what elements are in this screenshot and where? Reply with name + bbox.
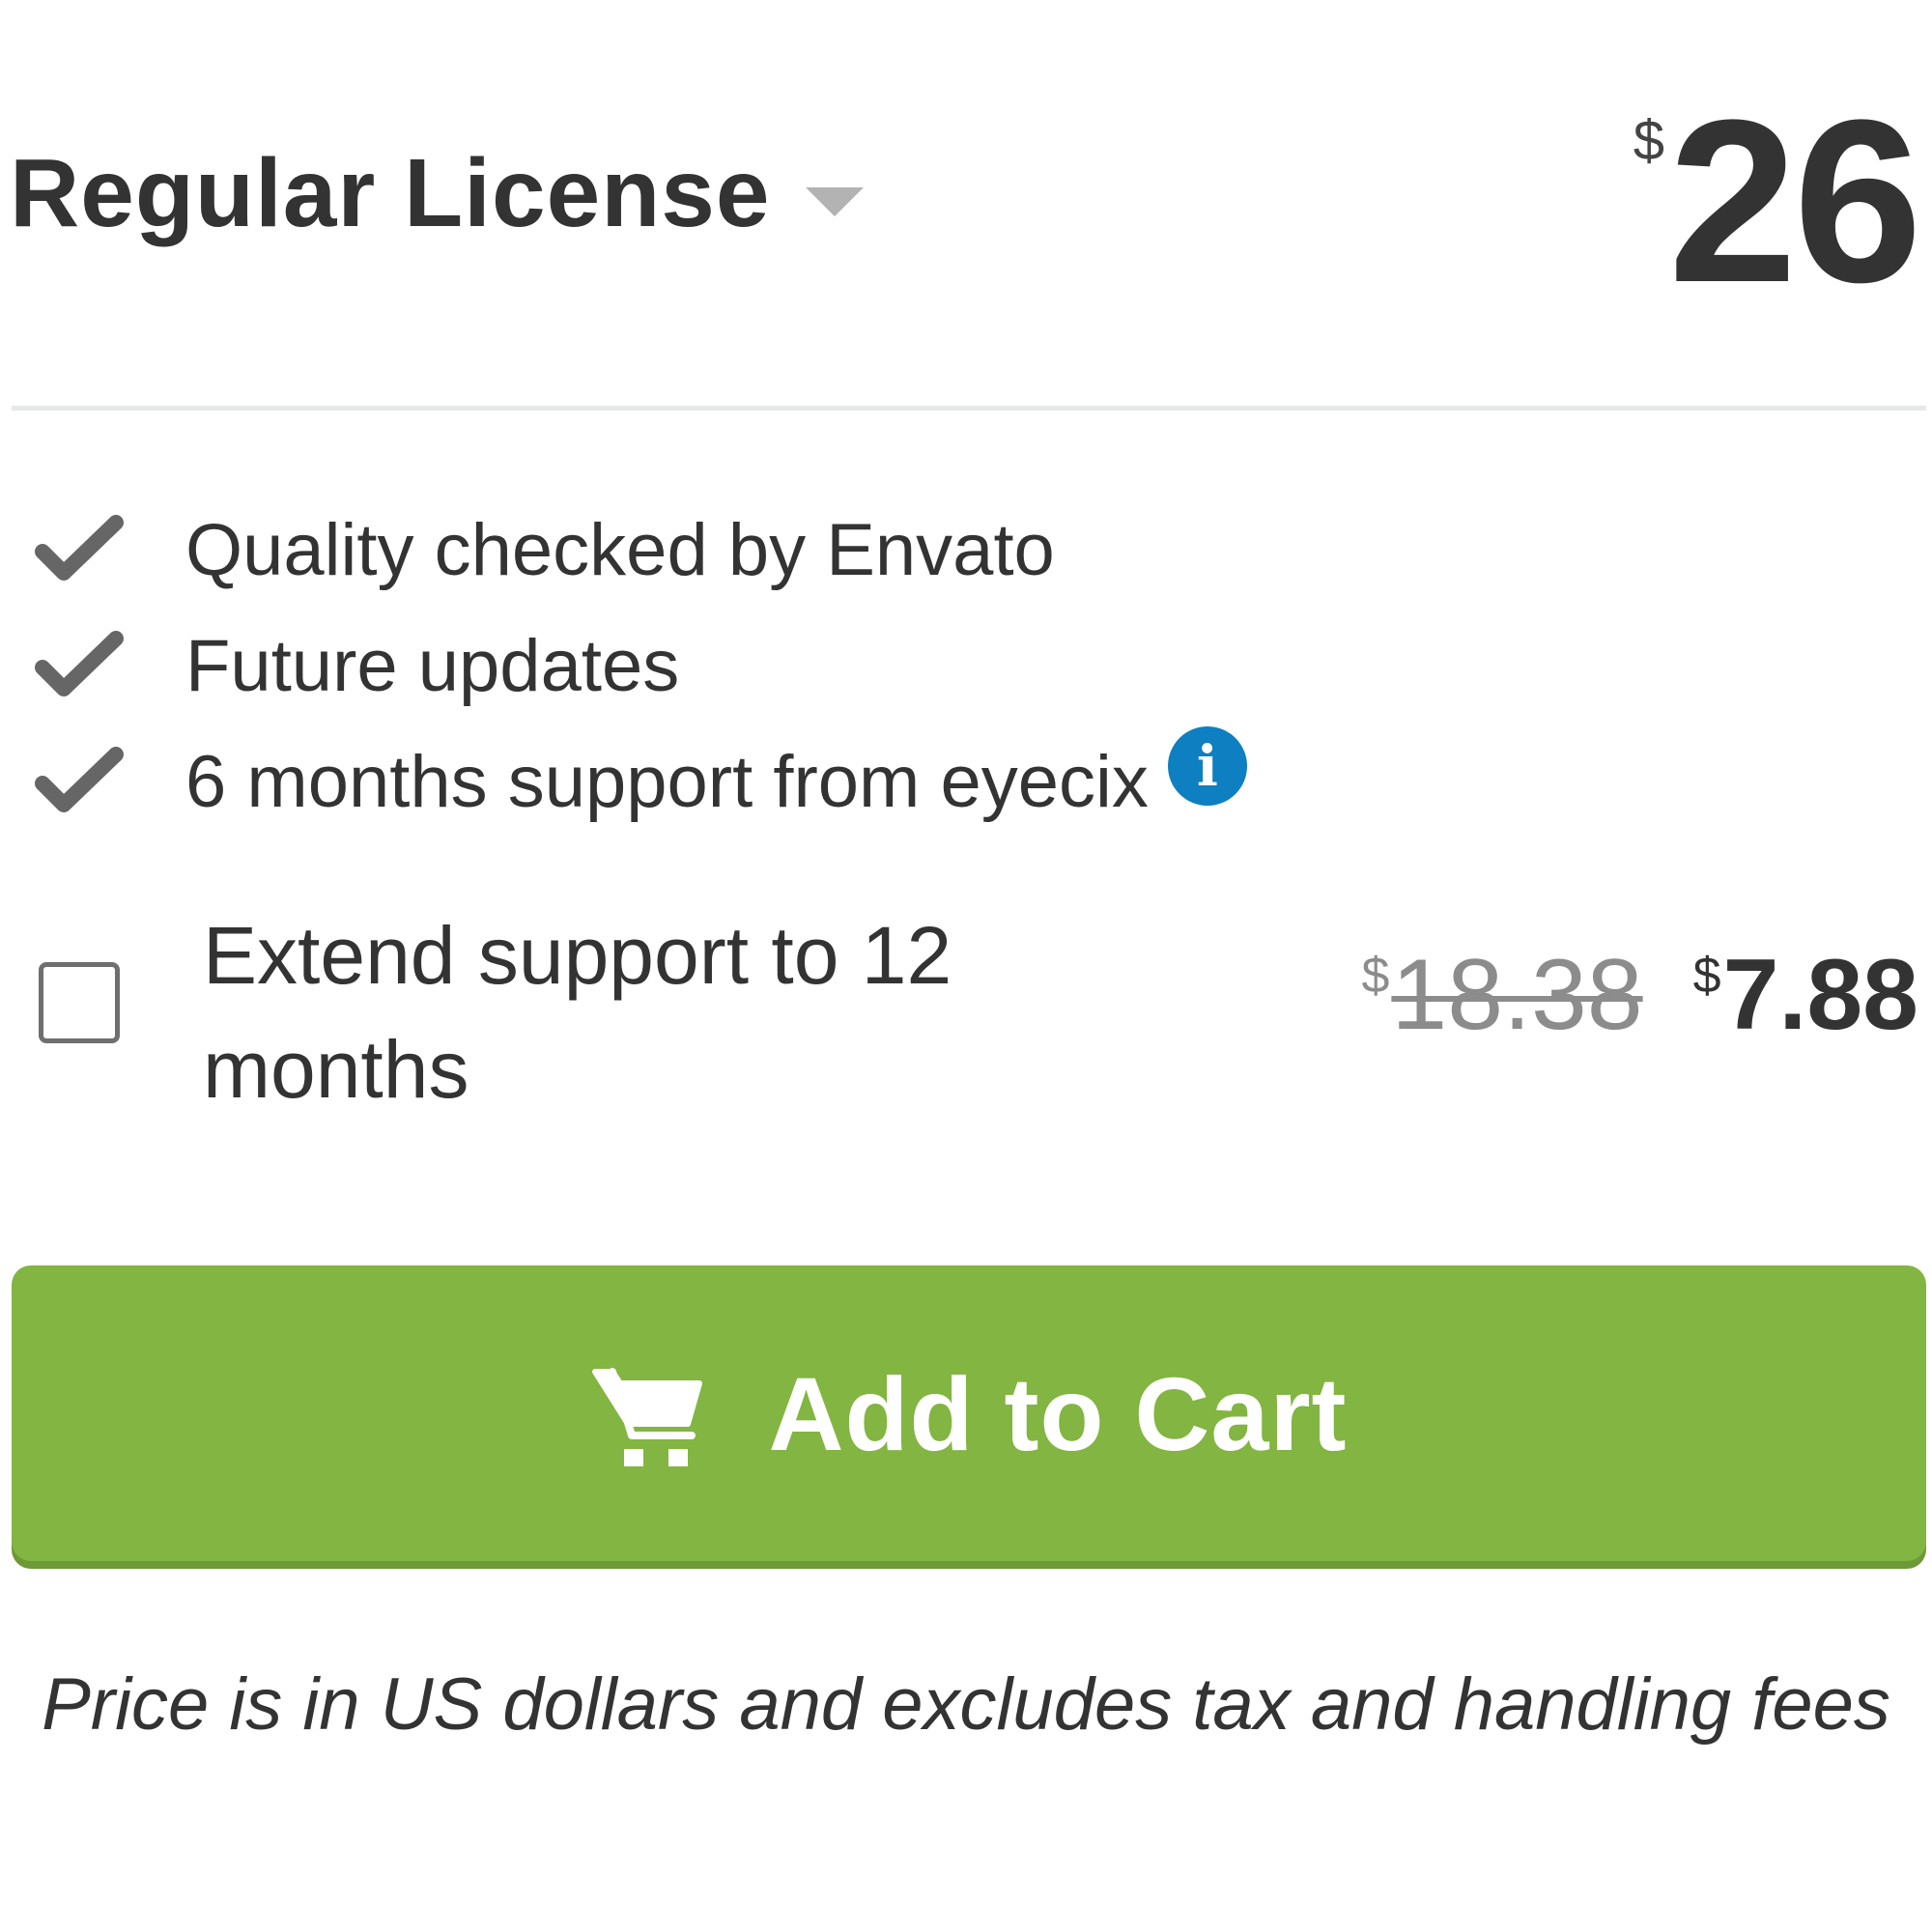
divider xyxy=(12,406,1926,411)
price-disclaimer: Price is in US dollars and excludes tax … xyxy=(42,1663,1890,1746)
license-selector[interactable]: Regular License xyxy=(10,145,864,242)
cart-icon xyxy=(591,1368,702,1466)
feature-item: Future updates xyxy=(35,609,1247,724)
price-amount: 26 xyxy=(1668,71,1922,330)
feature-text: 6 months support from eyecix xyxy=(185,741,1149,823)
checkmark-icon xyxy=(35,631,124,696)
price-currency: $ xyxy=(1633,109,1665,172)
extend-support-checkbox[interactable] xyxy=(39,962,120,1043)
add-to-cart-button[interactable]: Add to Cart xyxy=(12,1265,1926,1561)
old-price: 18.38 xyxy=(1391,939,1643,1051)
new-price-currency: $ xyxy=(1692,948,1721,1004)
dropdown-caret-icon xyxy=(805,187,864,216)
license-label: Regular License xyxy=(10,139,771,247)
extend-support-label[interactable]: Extend support to 12 months xyxy=(203,898,1072,1126)
checkmark-icon xyxy=(35,747,124,812)
license-price: $ 26 xyxy=(1633,71,1922,330)
extend-support-prices: $ 18.38 $ 7.88 xyxy=(1361,945,1918,1045)
feature-item: 6 months support from eyecix i xyxy=(35,724,1247,840)
feature-text: Future updates xyxy=(185,625,680,707)
license-purchase-panel: Regular License $ 26 Quality checked by … xyxy=(0,0,1932,1932)
old-price-currency: $ xyxy=(1361,948,1390,1004)
checkmark-icon xyxy=(35,515,124,581)
new-price: 7.88 xyxy=(1722,939,1918,1051)
feature-item: Quality checked by Envato xyxy=(35,493,1247,609)
info-icon[interactable]: i xyxy=(1167,726,1247,806)
feature-list: Quality checked by Envato Future updates… xyxy=(35,493,1247,840)
add-to-cart-label: Add to Cart xyxy=(768,1354,1348,1472)
feature-text: Quality checked by Envato xyxy=(185,509,1055,591)
